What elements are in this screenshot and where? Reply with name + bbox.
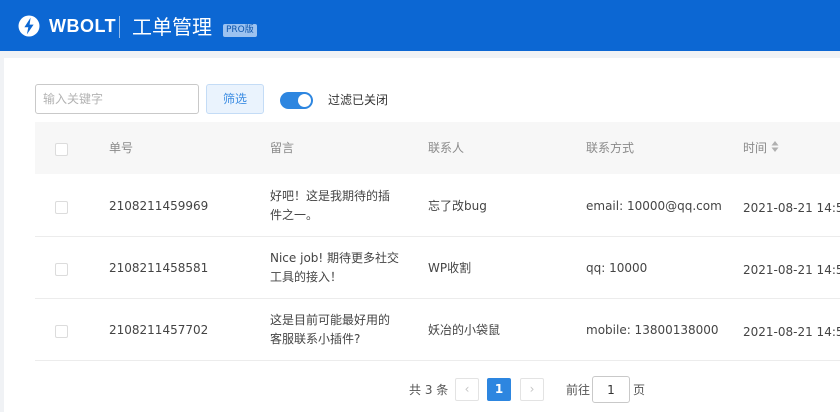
row-checkbox[interactable] <box>55 201 68 214</box>
column-header-contact: 联系人 <box>428 141 465 155</box>
filter-closed-label: 过滤已关闭 <box>328 93 389 107</box>
search-input[interactable] <box>35 84 199 114</box>
filter-button[interactable]: 筛选 <box>206 84 264 114</box>
order-number: 2108211458581 <box>109 261 209 275</box>
row-checkbox[interactable] <box>55 263 68 276</box>
contact-method: mobile: 13800138000 <box>586 323 719 337</box>
column-header-message: 留言 <box>270 141 295 155</box>
message-line: 工具的接入！ <box>270 270 343 284</box>
pro-badge: PRO版 <box>223 24 257 37</box>
created-time: 2021-08-21 14:58:4 <box>743 263 840 277</box>
header-divider <box>119 16 120 38</box>
row-divider <box>35 360 840 361</box>
message-line: 这是目前可能最好用的 <box>270 313 391 327</box>
page-suffix-label: 页 <box>633 383 646 397</box>
pagination-total: 共 3 条 <box>409 383 449 397</box>
toggle-knob <box>298 94 311 107</box>
order-number: 2108211459969 <box>109 199 209 213</box>
next-page-button[interactable]: › <box>520 378 544 401</box>
contact-method: qq: 10000 <box>586 261 648 275</box>
app-header: WBOLT 工单管理 PRO版 <box>0 0 840 51</box>
page-title: 工单管理 <box>132 15 212 39</box>
row-divider <box>35 236 840 237</box>
created-time: 2021-08-21 14:59:5 <box>743 201 840 215</box>
contact-method: email: 10000@qq.com <box>586 199 722 213</box>
goto-label: 前往 <box>566 383 591 397</box>
contact-name: 忘了改bug <box>428 199 487 213</box>
prev-page-button[interactable]: ‹ <box>455 378 479 401</box>
row-checkbox[interactable] <box>55 325 68 338</box>
order-number: 2108211457702 <box>109 323 209 337</box>
lightning-bolt-icon <box>18 15 40 37</box>
column-header-method: 联系方式 <box>586 141 635 155</box>
filter-closed-toggle[interactable] <box>280 92 313 109</box>
message-line: 好吧！这是我期待的插 <box>270 189 391 203</box>
created-time: 2021-08-21 14:57:4 <box>743 325 840 339</box>
message-line: 客服联系小插件? <box>270 332 361 346</box>
brand-name: WBOLT <box>49 16 117 36</box>
goto-page-input[interactable] <box>592 376 630 403</box>
column-header-number: 单号 <box>109 141 134 155</box>
select-all-checkbox[interactable] <box>55 143 68 156</box>
row-divider <box>35 298 840 299</box>
page-button-current[interactable]: 1 <box>487 378 511 401</box>
message-line: 件之一。 <box>270 208 319 222</box>
sort-icon[interactable] <box>771 140 779 153</box>
contact-name: WP收割 <box>428 261 472 275</box>
column-header-time[interactable]: 时间 <box>743 140 767 156</box>
message-line: Nice job! 期待更多社交 <box>270 251 400 265</box>
contact-name: 妖冶的小袋鼠 <box>428 323 501 337</box>
